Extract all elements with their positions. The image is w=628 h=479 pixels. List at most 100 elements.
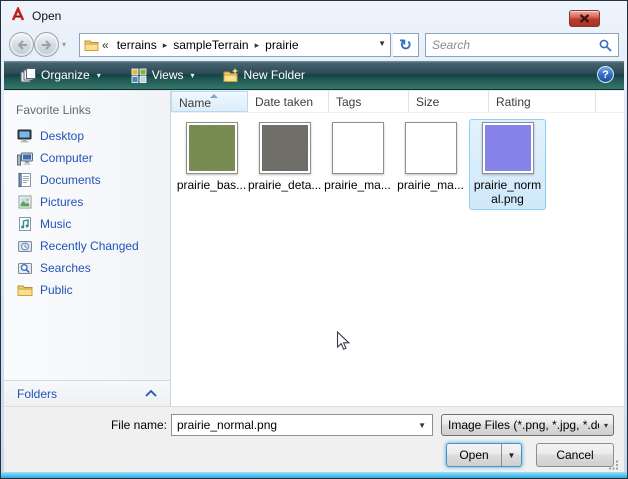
music-icon (17, 216, 33, 232)
views-dropdown-icon: ▾ (191, 71, 195, 80)
new-folder-icon (223, 68, 239, 83)
white-thumbnail (408, 125, 454, 171)
organize-label: Organize (41, 68, 90, 82)
file-name-value: prairie_normal.png (177, 418, 412, 432)
search-icon (599, 39, 612, 52)
new-folder-label: New Folder (244, 68, 305, 82)
file-name-label: prairie_ma... (321, 178, 394, 192)
back-arrow-icon (16, 40, 28, 50)
file-type-select[interactable]: Image Files (*.png, *.jpg, *.dds ▾ (441, 414, 614, 436)
sidebar-item-label: Pictures (40, 195, 83, 209)
organize-icon (20, 68, 36, 83)
documents-icon (17, 172, 33, 188)
forward-button[interactable] (34, 32, 59, 57)
breadcrumb[interactable]: « terrains ▸ sampleTerrain ▸ prairie ▼ (79, 33, 391, 57)
new-folder-button[interactable]: New Folder (215, 65, 313, 86)
column-header-name[interactable]: Name (171, 91, 248, 112)
public-folder-icon (17, 282, 33, 298)
window-bottom-edge (1, 472, 627, 478)
file-tile-prairie-map2[interactable]: prairie_ma... (394, 119, 467, 192)
file-name-input[interactable]: prairie_normal.png ▼ (171, 414, 433, 436)
command-toolbar: Organize ▾ Views ▾ New Folder ? (4, 61, 624, 90)
open-dropdown-icon: ▼ (508, 451, 516, 460)
column-header-tags[interactable]: Tags (329, 91, 409, 112)
resize-grip[interactable] (608, 459, 619, 470)
close-icon (579, 14, 590, 23)
column-header-size[interactable]: Size (409, 91, 489, 112)
thumbnail-frame (332, 122, 384, 174)
sort-ascending-icon (210, 94, 218, 98)
file-name-label: prairie_ma... (394, 178, 467, 192)
sidebar-item-computer[interactable]: Computer (4, 147, 170, 169)
folder-icon (84, 38, 99, 52)
organize-dropdown-icon: ▾ (97, 71, 101, 80)
refresh-icon: ↻ (399, 36, 412, 54)
file-name-field-label: File name: (64, 418, 167, 432)
title-bar: Open (1, 1, 627, 31)
sidebar-item-label: Computer (40, 151, 93, 165)
file-tile-prairie-map1[interactable]: prairie_ma... (321, 119, 394, 192)
back-button[interactable] (9, 32, 34, 57)
sidebar-item-pictures[interactable]: Pictures (4, 191, 170, 213)
file-tile-prairie-base[interactable]: prairie_bas... (175, 119, 248, 192)
sidebar-item-label: Music (40, 217, 71, 231)
breadcrumb-item-prairie[interactable]: prairie (260, 38, 303, 52)
views-button[interactable]: Views ▾ (123, 65, 203, 86)
dialog-content: Favorite Links Desktop Computer Document… (4, 91, 624, 406)
column-header-date-taken[interactable]: Date taken (248, 91, 329, 112)
computer-icon (17, 150, 33, 166)
sidebar-item-documents[interactable]: Documents (4, 169, 170, 191)
close-button[interactable] (569, 10, 600, 27)
breadcrumb-overflow[interactable]: « (99, 38, 112, 52)
folders-expander[interactable]: Folders (4, 380, 170, 406)
breadcrumb-item-sampleterrain[interactable]: sampleTerrain (168, 38, 253, 52)
mouse-cursor (336, 331, 350, 351)
file-type-dropdown-icon: ▾ (599, 421, 613, 430)
sidebar-item-recently-changed[interactable]: Recently Changed (4, 235, 170, 257)
thumbnail-frame (482, 122, 534, 174)
favorite-links-heading: Favorite Links (4, 91, 170, 125)
sidebar-item-label: Public (40, 283, 73, 297)
sidebar-item-public[interactable]: Public (4, 279, 170, 301)
cancel-button[interactable]: Cancel (536, 443, 614, 467)
organize-button[interactable]: Organize ▾ (12, 65, 109, 86)
thumbnail-frame (405, 122, 457, 174)
purple-normal-map-thumbnail (485, 125, 531, 171)
forward-arrow-icon (41, 40, 53, 50)
column-header-row: Name Date taken Tags Size Rating (171, 91, 624, 113)
column-header-rating[interactable]: Rating (489, 91, 596, 112)
searches-icon (17, 260, 33, 276)
nav-history-dropdown[interactable]: ▾ (62, 40, 66, 49)
file-list-pane: Name Date taken Tags Size Rating (171, 91, 624, 406)
file-name-label: prairie_normal.png (472, 178, 543, 206)
breadcrumb-dropdown-icon[interactable]: ▼ (378, 39, 386, 48)
search-input[interactable]: Search (425, 33, 619, 57)
thumbnail-frame (259, 122, 311, 174)
sidebar-item-label: Documents (40, 173, 101, 187)
breadcrumb-item-terrains[interactable]: terrains (112, 38, 162, 52)
open-dropdown-button[interactable]: ▼ (501, 444, 521, 466)
refresh-button[interactable]: ↻ (393, 33, 419, 57)
navigation-pane: Favorite Links Desktop Computer Document… (4, 91, 171, 406)
help-button[interactable]: ? (597, 66, 614, 83)
pictures-icon (17, 194, 33, 210)
folders-label: Folders (17, 387, 57, 401)
open-button[interactable]: Open (447, 444, 501, 466)
views-icon (131, 68, 147, 83)
gray-noise-thumbnail (262, 125, 308, 171)
views-label: Views (152, 68, 184, 82)
sidebar-item-label: Recently Changed (40, 239, 139, 253)
file-tile-prairie-detail[interactable]: prairie_deta... (248, 119, 321, 192)
open-split-button: Open ▼ (446, 443, 522, 467)
sidebar-item-music[interactable]: Music (4, 213, 170, 235)
column-header-filler (596, 91, 624, 112)
recently-changed-icon (17, 238, 33, 254)
open-dialog-window: Open ▾ « terrains ▸ sampleTerrain ▸ prai… (0, 0, 628, 479)
file-name-dropdown-icon[interactable]: ▼ (412, 421, 432, 430)
green-grass-thumbnail (189, 125, 235, 171)
sidebar-item-searches[interactable]: Searches (4, 257, 170, 279)
thumbnail-frame (186, 122, 238, 174)
file-tile-prairie-normal-selected[interactable]: prairie_normal.png (469, 119, 546, 210)
file-name-label: prairie_deta... (248, 178, 321, 192)
sidebar-item-desktop[interactable]: Desktop (4, 125, 170, 147)
